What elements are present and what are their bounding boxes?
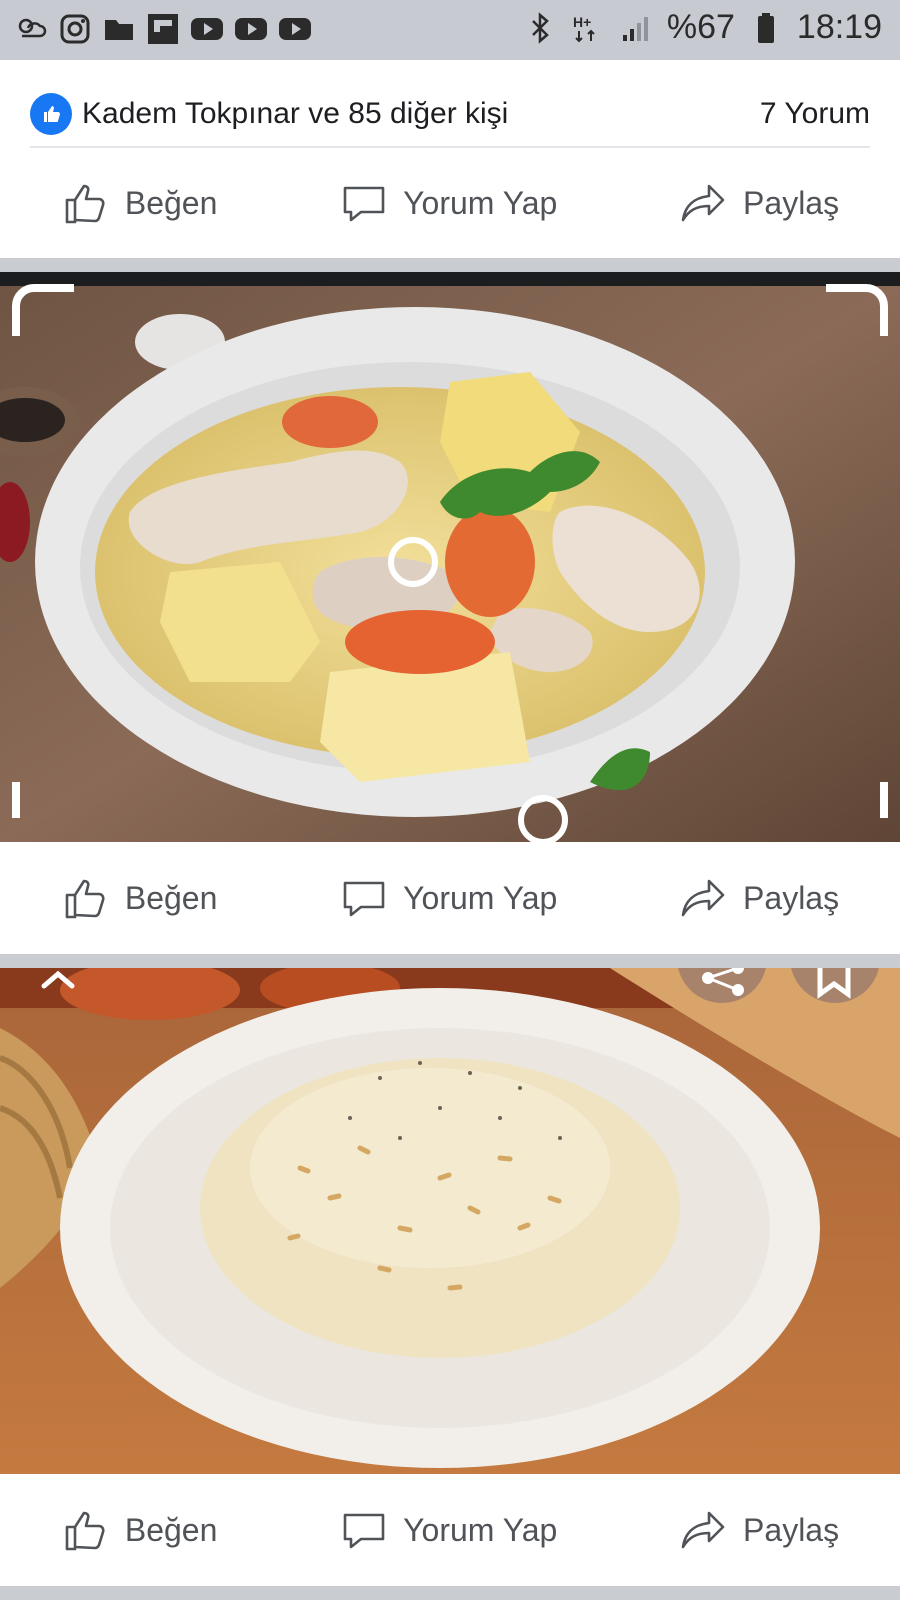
thumbs-up-icon [65, 184, 105, 224]
feed-separator [0, 954, 900, 968]
battery-percent: %67 [666, 8, 735, 46]
status-bar: H+ %67 18:19 [0, 0, 900, 60]
notification-icons [14, 12, 312, 46]
reactors[interactable]: Kadem Tokpınar ve 85 diğer kişi [30, 93, 508, 135]
weather-icon [14, 12, 48, 46]
thumbs-up-icon [65, 1511, 105, 1551]
system-indicators: H+ %67 18:19 [523, 8, 882, 47]
comment-icon [343, 1513, 385, 1549]
like-reaction-icon [30, 93, 72, 135]
comment-button[interactable]: Yorum Yap [339, 178, 557, 228]
action-bar: Beğen Yorum Yap Paylaş [0, 1474, 900, 1586]
youtube-icon [234, 12, 268, 46]
share-button[interactable]: Paylaş [679, 178, 839, 228]
post-image-rice[interactable] [0, 968, 900, 1474]
share-label: Paylaş [743, 184, 840, 221]
comment-label: Yorum Yap [403, 879, 558, 916]
comment-label: Yorum Yap [403, 1511, 558, 1548]
clock: 18:19 [796, 8, 882, 46]
share-button[interactable]: Paylaş [679, 1505, 839, 1555]
feed-separator [0, 258, 900, 272]
reactions-summary: Kadem Tokpınar ve 85 diğer kişi 7 Yorum [30, 84, 870, 144]
screen: H+ %67 18:19 Kadem Tokpınar ve 85 diğer … [0, 0, 900, 1600]
action-bar: Beğen Yorum Yap Paylaş [0, 148, 900, 258]
svg-text:H+: H+ [573, 14, 591, 30]
like-button[interactable]: Beğen [61, 1505, 218, 1555]
bluetooth-icon [523, 11, 557, 45]
reactions-text: Kadem Tokpınar ve 85 diğer kişi [82, 97, 509, 130]
post-card: Kadem Tokpınar ve 85 diğer kişi 7 Yorum … [0, 60, 900, 258]
comment-icon [343, 186, 385, 222]
comment-button[interactable]: Yorum Yap [339, 1505, 557, 1555]
like-label: Beğen [124, 1511, 218, 1548]
share-icon [681, 184, 725, 222]
network-hplus-icon: H+ [571, 11, 605, 45]
thumbs-up-icon [65, 879, 105, 919]
post-image-soup[interactable] [0, 272, 900, 842]
youtube-icon [190, 12, 224, 46]
flipboard-icon [146, 12, 180, 46]
comment-icon [343, 881, 385, 917]
comment-label: Yorum Yap [403, 184, 558, 221]
share-label: Paylaş [743, 1511, 840, 1548]
like-button[interactable]: Beğen [61, 178, 218, 228]
action-bar: Beğen Yorum Yap Paylaş [0, 842, 900, 954]
comments-count[interactable]: 7 Yorum [760, 97, 870, 131]
share-icon [681, 879, 725, 917]
like-label: Beğen [124, 879, 218, 916]
share-button[interactable]: Paylaş [679, 873, 839, 923]
like-label: Beğen [124, 184, 218, 221]
folder-icon [102, 12, 136, 46]
rice-pilaf-photo [0, 968, 900, 1474]
signal-icon [619, 11, 653, 45]
chicken-soup-photo [0, 272, 900, 842]
share-icon [681, 1511, 725, 1549]
comment-button[interactable]: Yorum Yap [339, 873, 557, 923]
feed-separator [0, 1586, 900, 1600]
like-button[interactable]: Beğen [61, 873, 218, 923]
share-label: Paylaş [743, 879, 840, 916]
youtube-icon [278, 12, 312, 46]
battery-icon [749, 11, 783, 45]
instagram-icon [58, 12, 92, 46]
